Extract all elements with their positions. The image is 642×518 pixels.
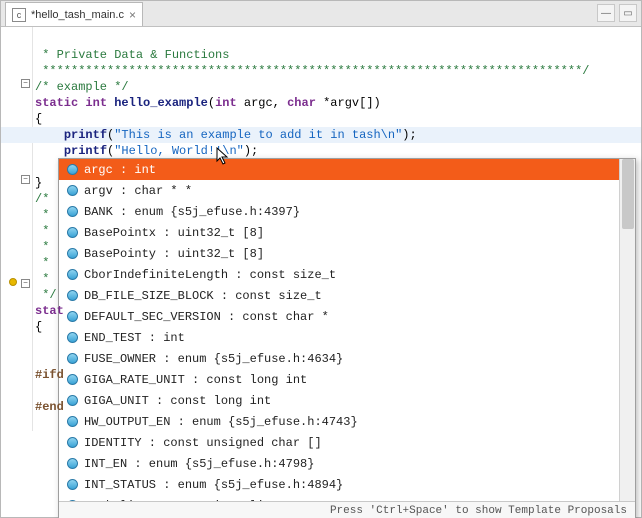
variable-icon [67,353,78,364]
suggestion-item[interactable]: BANK : enum {s5j_efuse.h:4397} [59,201,635,222]
toolbar-buttons: — ▭ [597,4,637,22]
suggestion-item[interactable]: FUSE_OWNER : enum {s5j_efuse.h:4634} [59,348,635,369]
suggestion-label: INT_STATUS : enum {s5j_efuse.h:4894} [84,477,343,493]
c-file-icon: c [12,8,26,22]
close-icon[interactable]: × [129,8,136,22]
suggestion-item[interactable]: IDENTITY : const unsigned char [] [59,432,635,453]
gutter: − − − [1,27,33,431]
file-tab[interactable]: c *hello_tash_main.c × [5,2,143,26]
suggestion-label: BasePointy : uint32_t [8] [84,246,264,262]
variable-icon [67,500,78,501]
keyword: int [215,96,237,110]
variable-icon [67,248,78,259]
variable-icon [67,332,78,343]
suggestion-item[interactable]: GIGA_RATE_UNIT : const long int [59,369,635,390]
preprocessor: #ifd [35,368,64,382]
suggestion-label: argc : int [84,162,156,178]
scrollbar-thumb[interactable] [622,159,634,229]
string: "Hello, World!!\n" [114,144,244,158]
suggestion-label: HW_OUTPUT_EN : enum {s5j_efuse.h:4743} [84,414,358,430]
popup-scrollbar[interactable] [619,159,635,501]
tab-bar: c *hello_tash_main.c × — ▭ [1,1,641,27]
minimize-button[interactable]: — [597,4,615,22]
function-call: printf [64,144,107,158]
variable-icon [67,227,78,238]
fold-toggle[interactable]: − [21,175,30,184]
suggestion-label: GIGA_RATE_UNIT : const long int [84,372,307,388]
variable-icon [67,311,78,322]
suggestion-item[interactable]: INT_EN : enum {s5j_efuse.h:4798} [59,453,635,474]
suggestion-item[interactable]: DB_FILE_SIZE_BLOCK : const size_t [59,285,635,306]
fold-toggle[interactable]: − [21,279,30,288]
suggestion-label: GIGA_UNIT : const long int [84,393,271,409]
suggestion-item[interactable]: BasePointy : uint32_t [8] [59,243,635,264]
variable-icon [67,206,78,217]
suggestion-label: JunkClientData : TimerClientData [84,498,314,502]
comment: /* example */ [35,80,129,94]
suggestion-item[interactable]: INT_STATUS : enum {s5j_efuse.h:4894} [59,474,635,495]
fold-toggle[interactable]: − [21,79,30,88]
suggestion-label: FUSE_OWNER : enum {s5j_efuse.h:4634} [84,351,343,367]
variable-icon [67,290,78,301]
keyword: static [35,96,78,110]
function-name: hello_example [114,96,208,110]
restore-button[interactable]: ▭ [619,4,637,22]
variable-icon [67,269,78,280]
string: "This is an example to add it in tash\n" [114,128,402,142]
suggestion-label: INT_EN : enum {s5j_efuse.h:4798} [84,456,314,472]
comment: * Private Data & Functions [35,48,229,62]
variable-icon [67,374,78,385]
suggestion-label: argv : char * * [84,183,192,199]
suggestion-label: CborIndefiniteLength : const size_t [84,267,336,283]
editor-window: c *hello_tash_main.c × — ▭ − − − * Priva… [0,0,642,518]
variable-icon [67,395,78,406]
suggestion-list[interactable]: argc : int argv : char * * BANK : enum {… [59,159,635,501]
function-call: printf [64,128,107,142]
warning-marker[interactable] [9,278,17,286]
tab-filename: *hello_tash_main.c [31,9,124,21]
suggestion-item[interactable]: GIGA_UNIT : const long int [59,390,635,411]
suggestion-item[interactable]: BasePointx : uint32_t [8] [59,222,635,243]
suggestion-label: BasePointx : uint32_t [8] [84,225,264,241]
suggestion-item[interactable]: END_TEST : int [59,327,635,348]
comment: ****************************************… [35,64,590,78]
variable-icon [67,458,78,469]
suggestion-item[interactable]: DEFAULT_SEC_VERSION : const char * [59,306,635,327]
keyword: stat [35,304,64,318]
suggestion-item[interactable]: argc : int [59,159,635,180]
comment: /* [35,192,49,206]
keyword: char [287,96,316,110]
status-text: Press 'Ctrl+Space' to show Template Prop… [330,503,627,518]
preprocessor: #end [35,400,64,414]
variable-icon [67,479,78,490]
suggestion-label: DB_FILE_SIZE_BLOCK : const size_t [84,288,322,304]
suggestion-item[interactable]: JunkClientData : TimerClientData [59,495,635,501]
keyword: int [85,96,107,110]
variable-icon [67,164,78,175]
popup-status: Press 'Ctrl+Space' to show Template Prop… [59,501,635,518]
variable-icon [67,185,78,196]
autocomplete-popup: argc : int argv : char * * BANK : enum {… [58,158,636,518]
code-editor[interactable]: − − − * Private Data & Functions *******… [1,27,641,431]
suggestion-label: DEFAULT_SEC_VERSION : const char * [84,309,329,325]
suggestion-label: BANK : enum {s5j_efuse.h:4397} [84,204,300,220]
variable-icon [67,437,78,448]
variable-icon [67,416,78,427]
suggestion-label: IDENTITY : const unsigned char [] [84,435,322,451]
suggestion-item[interactable]: CborIndefiniteLength : const size_t [59,264,635,285]
suggestion-item[interactable]: argv : char * * [59,180,635,201]
suggestion-label: END_TEST : int [84,330,185,346]
suggestion-item[interactable]: HW_OUTPUT_EN : enum {s5j_efuse.h:4743} [59,411,635,432]
